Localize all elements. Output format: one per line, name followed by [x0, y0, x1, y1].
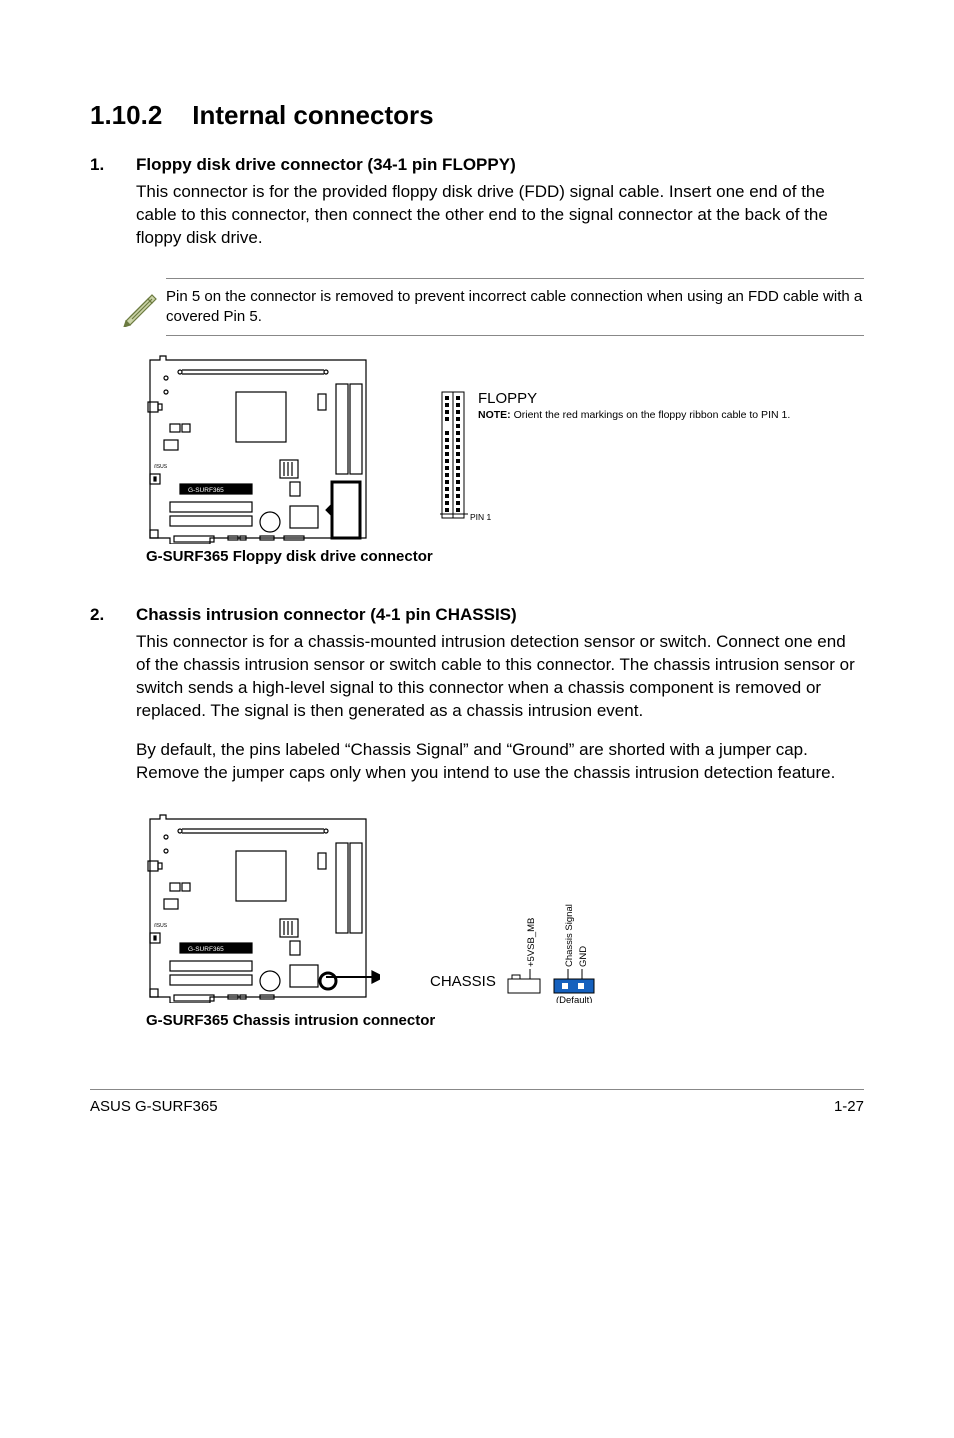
- item-1-body: This connector is for the provided flopp…: [90, 181, 864, 250]
- svg-text:/ISUS: /ISUS: [154, 464, 168, 470]
- note-text: Pin 5 on the connector is removed to pre…: [166, 278, 864, 337]
- diagram-1: G-SURF365 /ISUS: [90, 354, 864, 544]
- svg-text:/ISUS: /ISUS: [154, 923, 168, 929]
- item-1-header: 1. Floppy disk drive connector (34-1 pin…: [90, 155, 864, 175]
- board-model-label-2: G-SURF365: [188, 946, 224, 953]
- item-2-body-2: By default, the pins labeled “Chassis Si…: [90, 739, 864, 785]
- board-model-label-1: G-SURF365: [188, 487, 224, 494]
- note-row: Pin 5 on the connector is removed to pre…: [90, 278, 864, 337]
- pin-label-gnd: GND: [578, 946, 589, 967]
- diagram-2-caption: G-SURF365 Chassis intrusion connector: [90, 1012, 864, 1029]
- pin-label-5vsb: +5VSB_MB: [526, 918, 537, 967]
- item-2-body-1: This connector is for a chassis-mounted …: [90, 631, 864, 723]
- section-title-text: Internal connectors: [192, 100, 433, 130]
- diagram-1-caption: G-SURF365 Floppy disk drive connector: [90, 548, 864, 565]
- pin-label-chassis-signal: Chassis Signal: [564, 904, 575, 967]
- floppy-orient-note: NOTE: Orient the red markings on the flo…: [478, 409, 790, 421]
- chassis-connector-detail: CHASSIS +5VSB_MB Chassis Signal GND: [380, 813, 622, 1008]
- floppy-connector-detail: FLOPPY NOTE: Orient the red markings on …: [380, 354, 790, 522]
- default-label: (Default): [556, 995, 592, 1003]
- section-number: 1.10.2: [90, 100, 162, 130]
- footer-right: 1-27: [834, 1098, 864, 1115]
- footer-left: ASUS G-SURF365: [90, 1098, 218, 1115]
- diagram-2: G-SURF365 /ISUS CHASSIS +5VSB_MB Chassis…: [90, 813, 864, 1008]
- item-2-title: Chassis intrusion connector (4-1 pin CHA…: [136, 605, 517, 625]
- item-1-number: 1.: [90, 155, 136, 175]
- chassis-label: CHASSIS: [430, 973, 496, 1008]
- item-1-title: Floppy disk drive connector (34-1 pin FL…: [136, 155, 516, 175]
- pencil-icon: [120, 287, 166, 327]
- item-2-header: 2. Chassis intrusion connector (4-1 pin …: [90, 605, 864, 625]
- floppy-label: FLOPPY: [478, 390, 790, 407]
- section-heading: 1.10.2 Internal connectors: [90, 100, 864, 131]
- page-footer: ASUS G-SURF365 1-27: [90, 1089, 864, 1115]
- item-2-number: 2.: [90, 605, 136, 625]
- motherboard-outline-2: G-SURF365 /ISUS: [140, 813, 380, 1003]
- pin1-label: PIN 1: [470, 512, 790, 522]
- motherboard-outline-1: G-SURF365 /ISUS: [140, 354, 380, 544]
